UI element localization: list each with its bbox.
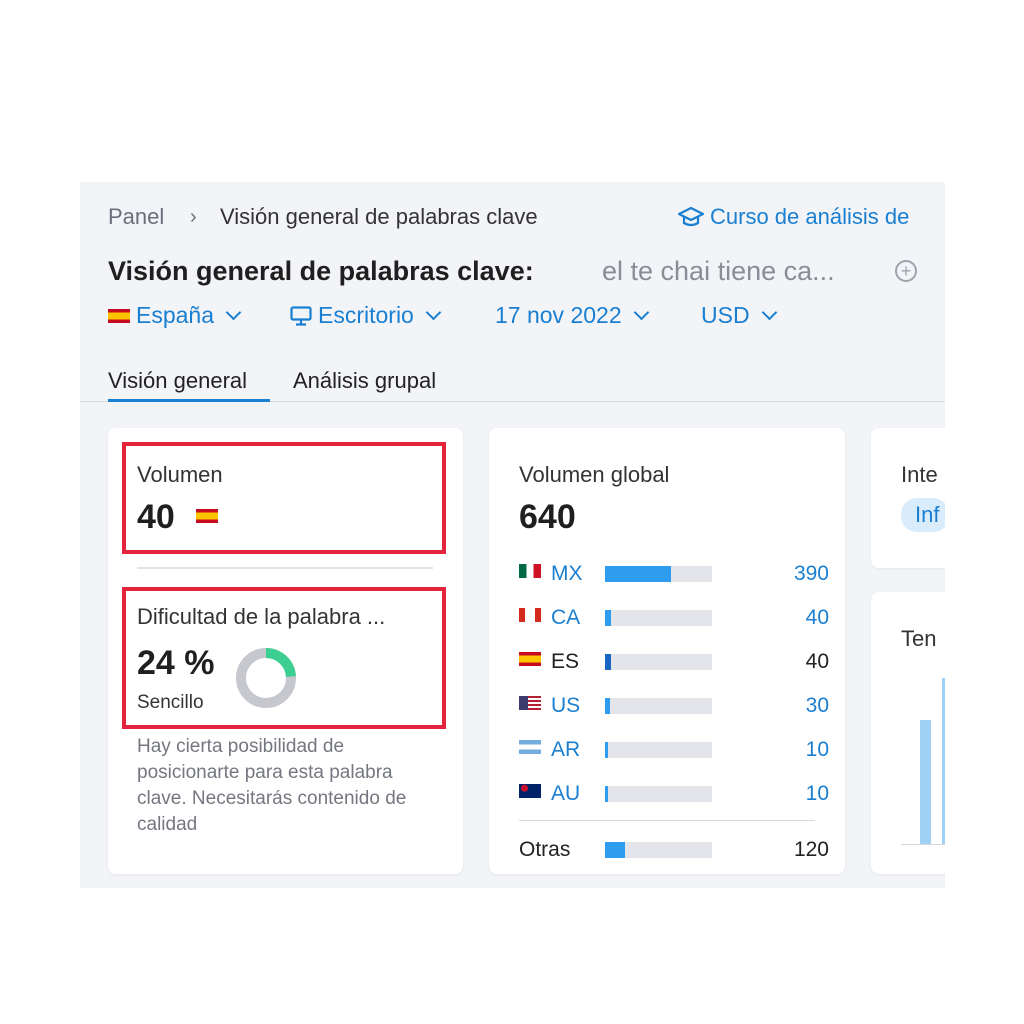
card-divider (137, 567, 433, 569)
date-filter-label: 17 nov 2022 (495, 302, 622, 328)
volume-bar (605, 654, 712, 670)
country-row-us: US 30 (519, 694, 829, 724)
country-code[interactable]: AU (551, 782, 580, 806)
volume-bar (605, 566, 712, 582)
country-row-au: AU 10 (519, 782, 829, 812)
canada-flag-icon (519, 608, 541, 622)
volume-bar (605, 842, 712, 858)
intent-badge: Inf (901, 498, 945, 532)
country-filter-label: España (136, 302, 215, 328)
currency-filter-label: USD (701, 302, 750, 328)
country-volume-value[interactable]: 10 (806, 782, 829, 806)
volume-bar (605, 742, 712, 758)
chevron-down-icon (425, 304, 442, 321)
keyword-title: el te chai tiene ca... (602, 256, 835, 286)
breadcrumb-separator-icon: › (190, 206, 197, 228)
intent-label: Inte (901, 462, 938, 487)
add-keyword-icon[interactable]: + (895, 260, 917, 282)
country-code[interactable]: US (551, 694, 580, 718)
currency-filter[interactable]: USD (701, 302, 777, 329)
country-code[interactable]: CA (551, 606, 580, 630)
country-row-mx: MX 390 (519, 562, 829, 592)
chevron-down-icon (761, 304, 777, 321)
page-title: Visión general de palabras clave: (108, 256, 534, 286)
chevron-down-icon (633, 304, 649, 321)
difficulty-highlight-box (122, 587, 446, 729)
tab-vision-general[interactable]: Visión general (108, 368, 247, 394)
volume-highlight-box (122, 442, 446, 554)
others-value: 120 (793, 838, 829, 861)
country-code[interactable]: AR (551, 738, 580, 762)
trend-bar (942, 678, 945, 844)
country-row-ar: AR 10 (519, 738, 829, 768)
volume-bar (605, 610, 712, 626)
country-row-others: Otras 120 (519, 838, 829, 868)
difficulty-description: Hay cierta posibilidad de posicionarte p… (137, 736, 407, 835)
intent-card: Inte Inf (871, 428, 945, 568)
mexico-flag-icon (519, 564, 541, 578)
spain-flag-icon (108, 308, 130, 323)
country-volume-value[interactable]: 40 (806, 606, 829, 630)
country-row-ca: CA 40 (519, 606, 829, 636)
volume-bar (605, 786, 712, 802)
chevron-down-icon (225, 304, 242, 321)
country-volume-value: 40 (805, 650, 829, 673)
country-volume-value[interactable]: 10 (806, 738, 829, 762)
trend-label: Ten (901, 626, 937, 651)
trend-chart (901, 678, 945, 845)
course-link[interactable]: Curso de análisis de (678, 204, 909, 230)
australia-flag-icon (519, 784, 541, 798)
tab-analisis-grupal[interactable]: Análisis grupal (293, 368, 436, 394)
trend-bar (920, 719, 931, 844)
country-volume-value[interactable]: 390 (794, 562, 829, 586)
graduation-cap-icon (678, 206, 704, 227)
device-filter[interactable]: Escritorio (290, 302, 442, 329)
others-label: Otras (519, 838, 571, 861)
country-code[interactable]: MX (551, 562, 583, 586)
argentina-flag-icon (519, 740, 541, 754)
country-code: ES (551, 650, 580, 673)
country-filter[interactable]: España (108, 302, 242, 329)
country-volume-value[interactable]: 30 (806, 694, 829, 718)
volume-bar (605, 698, 712, 714)
others-divider (519, 820, 815, 821)
global-volume-card: Volumen global 640 MX 390 CA 40 ES 40 US… (489, 428, 845, 874)
breadcrumb-current: Visión general de palabras clave (220, 204, 538, 229)
active-tab-indicator (108, 399, 270, 402)
spain-flag-icon (519, 652, 541, 666)
device-filter-label: Escritorio (318, 302, 414, 328)
keyword-overview-panel: Panel › Visión general de palabras clave… (80, 182, 945, 888)
course-link-label: Curso de análisis de (710, 204, 910, 229)
country-row-es: ES 40 (519, 650, 829, 680)
global-volume-label: Volumen global (519, 462, 670, 487)
trend-card: Ten (871, 592, 945, 874)
date-filter[interactable]: 17 nov 2022 (495, 302, 649, 329)
global-volume-value: 640 (519, 498, 576, 536)
breadcrumb-panel[interactable]: Panel (108, 204, 164, 230)
volume-difficulty-card: Volumen 40 Dificultad de la palabra ... … (108, 428, 463, 874)
usa-flag-icon (519, 696, 541, 710)
desktop-icon (290, 305, 312, 326)
